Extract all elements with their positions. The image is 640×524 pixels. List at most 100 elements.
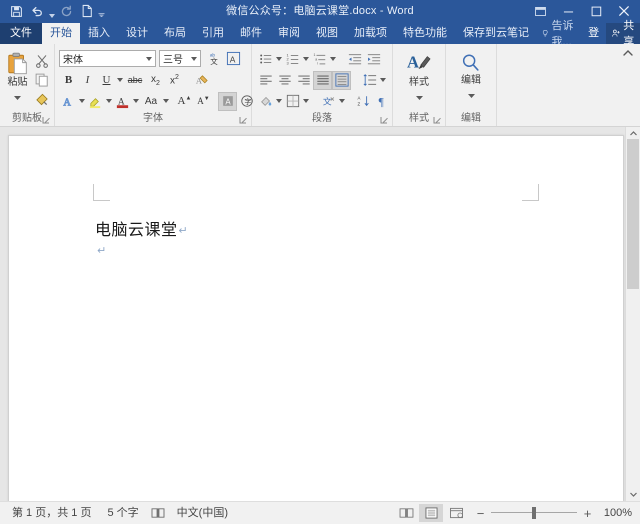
phonetic-guide-button[interactable]: ab文 [205, 49, 224, 68]
web-layout-button[interactable] [444, 504, 468, 522]
decrease-indent-button[interactable] [345, 50, 364, 69]
align-right-button[interactable] [294, 71, 313, 90]
clipboard-dialog-launcher[interactable] [42, 116, 51, 125]
borders-button[interactable] [283, 92, 302, 111]
scrollbar-thumb[interactable] [627, 139, 639, 289]
tab-review[interactable]: 审阅 [270, 23, 308, 44]
minimize-icon[interactable] [554, 0, 582, 22]
page-count-status[interactable]: 第 1 页，共 1 页 [4, 503, 99, 523]
tab-design[interactable]: 设计 [118, 23, 156, 44]
sign-in-button[interactable]: 登录 [583, 23, 604, 44]
document-page[interactable]: 电脑云课堂↵ ↵ 电脑云课堂 [8, 135, 624, 501]
clear-formatting-button[interactable]: A [192, 71, 211, 90]
highlight-chevron-down-icon[interactable] [105, 92, 113, 111]
subscript-button[interactable]: x2 [146, 71, 165, 90]
numbering-chevron-down-icon[interactable] [302, 50, 310, 69]
superscript-button[interactable]: x2 [165, 71, 184, 90]
numbering-button[interactable]: 123 [283, 50, 302, 69]
shrink-font-button[interactable]: A▼ [194, 92, 213, 111]
share-button[interactable]: 共享 [606, 23, 640, 44]
proofing-icon[interactable] [147, 503, 169, 523]
tab-mailings[interactable]: 邮件 [232, 23, 270, 44]
vertical-scrollbar[interactable] [625, 127, 640, 501]
paste-button[interactable]: 粘贴 [3, 50, 32, 105]
bullets-chevron-down-icon[interactable] [275, 50, 283, 69]
justify-button[interactable] [313, 71, 332, 90]
sort-button[interactable]: AZ [354, 92, 373, 111]
word-count-status[interactable]: 5 个字 [99, 503, 146, 523]
borders-chevron-down-icon[interactable] [302, 92, 310, 111]
multilevel-list-button[interactable]: 1ai [310, 50, 329, 69]
asian-layout-button[interactable]: 文 [319, 92, 338, 111]
read-mode-button[interactable] [394, 504, 418, 522]
copy-button[interactable] [32, 70, 51, 89]
show-formatting-marks-button[interactable]: ¶ [373, 92, 392, 111]
zoom-level-label[interactable]: 100% [598, 507, 634, 519]
styles-dialog-launcher[interactable] [433, 116, 442, 125]
zoom-out-button[interactable]: − [475, 506, 486, 520]
multilevel-chevron-down-icon[interactable] [329, 50, 337, 69]
close-icon[interactable] [610, 0, 638, 22]
tab-addins[interactable]: 加载项 [346, 23, 395, 44]
font-dialog-launcher[interactable] [239, 116, 248, 125]
ribbon-display-options-icon[interactable] [526, 0, 554, 22]
language-status[interactable]: 中文(中国) [169, 503, 236, 523]
scroll-down-icon[interactable] [626, 488, 640, 501]
undo-icon[interactable] [27, 1, 47, 21]
tell-me-search[interactable]: 告诉我... [537, 23, 581, 44]
customize-quick-access-chevron-down-icon[interactable] [98, 0, 105, 24]
cut-button[interactable] [32, 51, 51, 70]
shading-button[interactable] [256, 92, 275, 111]
bold-button[interactable]: B [59, 71, 78, 90]
format-painter-button[interactable] [32, 89, 51, 108]
text-highlight-button[interactable] [86, 92, 105, 111]
align-left-button[interactable] [256, 71, 275, 90]
paste-chevron-down-icon[interactable] [14, 87, 21, 105]
tab-layout[interactable]: 布局 [156, 23, 194, 44]
zoom-slider-thumb[interactable] [532, 507, 536, 519]
save-icon[interactable] [6, 1, 26, 21]
line-spacing-button[interactable] [360, 71, 379, 90]
tab-view[interactable]: 视图 [308, 23, 346, 44]
redo-icon[interactable] [56, 1, 76, 21]
font-name-chevron-down-icon[interactable] [143, 57, 155, 61]
strikethrough-button[interactable]: abc [124, 71, 146, 90]
print-layout-button[interactable] [419, 504, 443, 522]
tab-featured[interactable]: 特色功能 [395, 23, 455, 44]
font-color-chevron-down-icon[interactable] [132, 92, 140, 111]
collapse-ribbon-chevron-up-icon[interactable] [621, 46, 635, 60]
align-center-button[interactable] [275, 71, 294, 90]
tab-home[interactable]: 开始 [42, 23, 80, 44]
zoom-in-button[interactable]: + [582, 506, 593, 520]
change-case-button[interactable]: Aa [140, 92, 162, 111]
undo-dropdown-chevron-down-icon[interactable] [48, 0, 55, 24]
italic-button[interactable]: I [78, 71, 97, 90]
character-border-button[interactable]: A [224, 49, 243, 68]
new-document-icon[interactable] [77, 1, 97, 21]
text-effects-chevron-down-icon[interactable] [78, 92, 86, 111]
tab-insert[interactable]: 插入 [80, 23, 118, 44]
font-color-button[interactable]: A [113, 92, 132, 111]
editing-chevron-down-icon[interactable] [468, 85, 475, 103]
asian-layout-chevron-down-icon[interactable] [338, 92, 346, 111]
underline-chevron-down-icon[interactable] [116, 71, 124, 90]
grow-font-button[interactable]: A▲ [175, 92, 194, 111]
shading-chevron-down-icon[interactable] [275, 92, 283, 111]
font-name-combo[interactable]: 宋体 [59, 50, 156, 67]
zoom-slider[interactable] [491, 506, 577, 520]
tab-references[interactable]: 引用 [194, 23, 232, 44]
bullets-button[interactable] [256, 50, 275, 69]
paragraph-dialog-launcher[interactable] [380, 116, 389, 125]
line-spacing-chevron-down-icon[interactable] [379, 71, 387, 90]
restore-icon[interactable] [582, 0, 610, 22]
styles-chevron-down-icon[interactable] [416, 87, 423, 105]
editing-button[interactable]: 编辑 [452, 50, 490, 103]
styles-button[interactable]: A 样式 [399, 50, 439, 105]
tab-save-to-cloud-notes[interactable]: 保存到云笔记 [455, 23, 537, 44]
font-size-chevron-down-icon[interactable] [188, 57, 200, 61]
font-size-combo[interactable]: 三号 [159, 50, 201, 67]
enclose-characters-button[interactable]: A [218, 92, 237, 111]
text-effects-button[interactable]: A [59, 92, 78, 111]
distributed-button[interactable] [332, 71, 351, 90]
underline-button[interactable]: U [97, 71, 116, 90]
